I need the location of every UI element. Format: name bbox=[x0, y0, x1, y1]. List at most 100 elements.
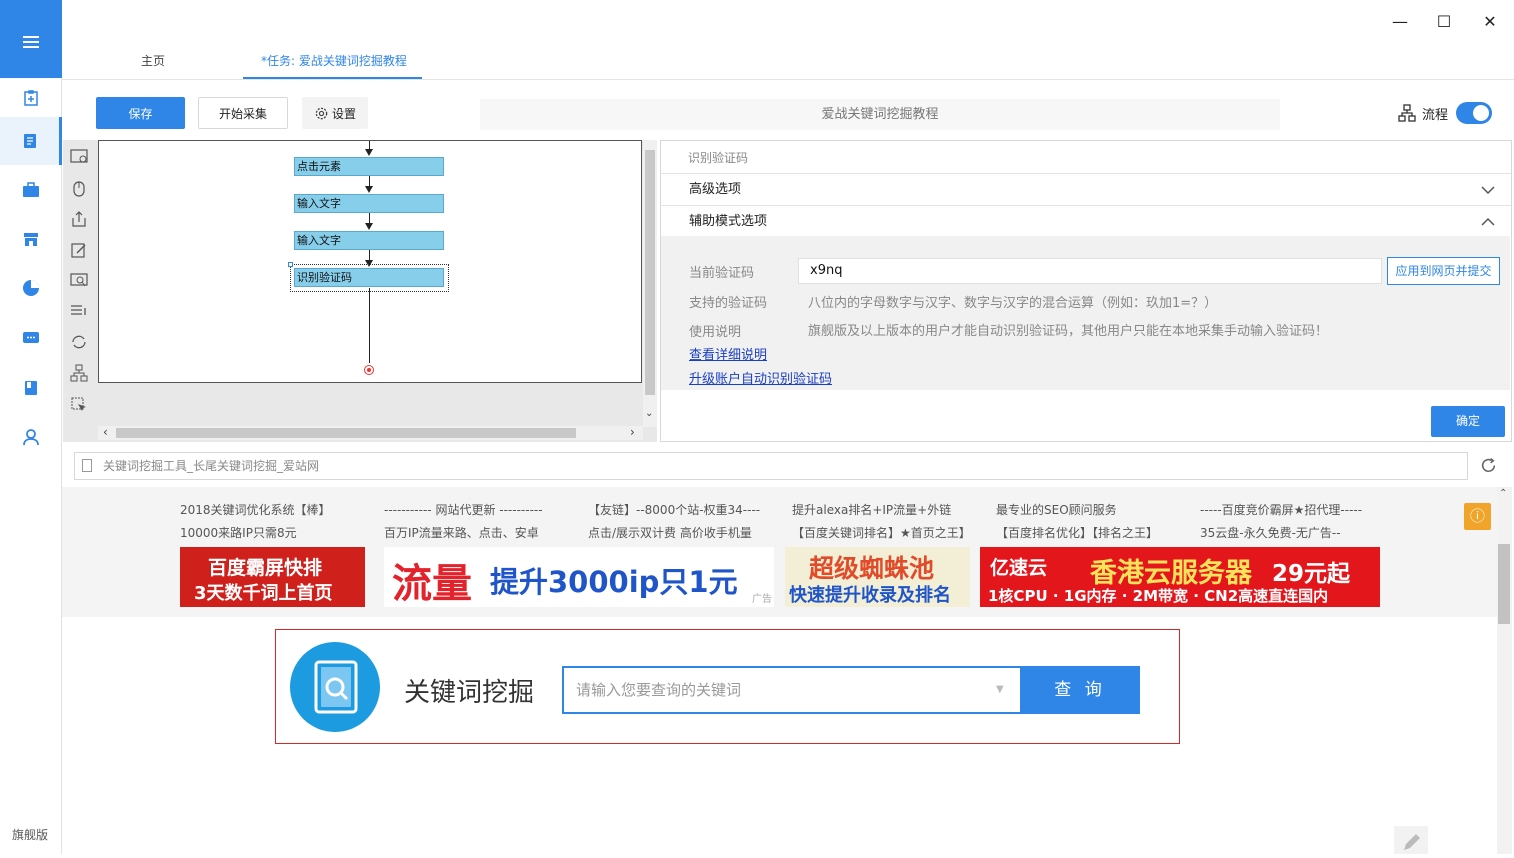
export-icon[interactable] bbox=[69, 209, 89, 229]
scroll-thumb[interactable] bbox=[645, 150, 655, 395]
scroll-thumb[interactable] bbox=[1498, 544, 1510, 624]
sidebar-item-market[interactable] bbox=[0, 215, 62, 263]
sidebar-item-messages[interactable] bbox=[0, 314, 62, 362]
flow-end-node[interactable] bbox=[364, 365, 374, 375]
ad-link[interactable]: 提升alexa排名+IP流量+外链 bbox=[792, 501, 951, 518]
usage-value: 旗舰版及以上版本的用户才能自动识别验证码，其他用户只能在本地采集手动输入验证码！ bbox=[808, 324, 1329, 339]
sidebar-item-statistics[interactable] bbox=[0, 264, 62, 312]
ad-mark: 广告 bbox=[752, 594, 772, 605]
scroll-right-icon[interactable]: › bbox=[630, 425, 635, 439]
sidebar-item-new-task[interactable] bbox=[0, 74, 62, 122]
ad-link[interactable]: 最专业的SEO顾问服务 bbox=[996, 501, 1117, 518]
flowchart-icon bbox=[1398, 104, 1416, 122]
edit-icon[interactable] bbox=[69, 240, 89, 260]
mouse-icon[interactable] bbox=[69, 178, 89, 198]
chevron-down-icon bbox=[1481, 186, 1495, 195]
query-button[interactable]: 查 询 bbox=[1020, 666, 1140, 714]
ad-link[interactable]: 35云盘-永久免费-无广告-- bbox=[1200, 524, 1341, 541]
scroll-thumb[interactable] bbox=[116, 428, 576, 438]
settings-label: 设置 bbox=[331, 106, 356, 121]
flow-arrow bbox=[365, 223, 373, 230]
ad-link[interactable]: ----------- 网站代更新 ---------- bbox=[384, 501, 543, 518]
ad-link[interactable]: 2018关键词优化系统【棒】 bbox=[180, 501, 331, 518]
usage-label: 使用说明 bbox=[689, 325, 742, 340]
capture-icon[interactable] bbox=[69, 147, 89, 167]
confirm-button[interactable]: 确定 bbox=[1431, 406, 1505, 437]
ad-link[interactable]: 百万IP流量来路、点击、安卓 bbox=[384, 524, 539, 541]
flow-node[interactable]: 点击元素 bbox=[294, 157, 444, 176]
banner-subline: 提升3000ip只1元 bbox=[490, 565, 738, 599]
menu-button[interactable] bbox=[0, 0, 62, 78]
banner-headline: 百度霸屏快排 bbox=[208, 557, 323, 579]
sidebar-item-tools[interactable] bbox=[0, 166, 62, 214]
page-icon bbox=[82, 459, 92, 472]
edit-float-button[interactable] bbox=[1394, 826, 1428, 854]
start-collect-button[interactable]: 开始采集 bbox=[198, 97, 288, 129]
pencil-icon bbox=[1404, 834, 1420, 850]
info-icon[interactable]: ⓘ bbox=[1464, 503, 1491, 530]
user-icon bbox=[23, 429, 39, 446]
scroll-down-icon[interactable]: ⌄ bbox=[645, 408, 653, 419]
ad-banner-traffic[interactable]: 流量 提升3000ip只1元 广告 bbox=[384, 547, 774, 607]
minimize-button[interactable]: — bbox=[1390, 12, 1410, 31]
dropdown-arrow-icon[interactable]: ▼ bbox=[996, 684, 1004, 695]
sidebar-item-account[interactable] bbox=[0, 413, 62, 461]
sidebar-item-tasks[interactable] bbox=[0, 117, 62, 165]
ad-banner-spider[interactable]: 超级蜘蛛池 快速提升收录及排名 bbox=[785, 547, 970, 607]
sidebar-item-tutorials[interactable] bbox=[0, 364, 62, 412]
scroll-up-icon[interactable]: ⌃ bbox=[1499, 488, 1507, 499]
assist-options-header[interactable]: 辅助模式选项 bbox=[661, 205, 1511, 237]
advanced-options-label: 高级选项 bbox=[689, 182, 742, 197]
captcha-input[interactable]: x9nq bbox=[798, 258, 1382, 284]
scroll-left-icon[interactable]: ‹ bbox=[103, 425, 108, 439]
tab-task[interactable]: *任务: 爱战关键词挖掘教程 bbox=[261, 52, 407, 69]
close-button[interactable]: ✕ bbox=[1480, 12, 1500, 31]
flow-toggle[interactable] bbox=[1456, 102, 1492, 124]
task-name-field[interactable]: 爱战关键词挖掘教程 bbox=[480, 99, 1280, 130]
branch-icon[interactable] bbox=[69, 363, 89, 383]
ad-link[interactable]: -----百度竞价霸屏★招代理----- bbox=[1200, 501, 1362, 518]
ad-banner-baidu[interactable]: 百度霸屏快排 3天数千词上首页 bbox=[180, 547, 365, 607]
flow-node[interactable]: 输入文字 bbox=[294, 231, 444, 250]
selection-handle[interactable] bbox=[288, 262, 293, 267]
document-icon bbox=[23, 134, 36, 148]
address-bar[interactable]: 关键词挖掘工具_长尾关键词挖掘_爱站网 bbox=[74, 452, 1468, 480]
banner-specs: 1核CPU · 1G内存 · 2M带宽 · CN2高速直连国内 bbox=[988, 587, 1329, 605]
ad-link[interactable]: 点击/展示双计费 高价收手机量 bbox=[588, 524, 752, 541]
ad-link[interactable]: 【百度关键词排名】★首页之王】 bbox=[792, 524, 971, 541]
list-icon[interactable] bbox=[69, 301, 89, 321]
ad-banner-yisu[interactable]: 亿速云 香港云服务器 29元起 1核CPU · 1G内存 · 2M带宽 · CN… bbox=[980, 547, 1380, 607]
flow-node-selected[interactable]: 识别验证码 bbox=[294, 268, 444, 287]
cursor-icon[interactable] bbox=[69, 395, 89, 415]
banner-subline: 3天数千词上首页 bbox=[194, 583, 333, 604]
details-link[interactable]: 查看详细说明 bbox=[689, 344, 767, 363]
web-scrollbar[interactable] bbox=[1497, 487, 1512, 854]
ad-link[interactable]: 10000来路IP只需8元 bbox=[180, 524, 297, 541]
book-icon bbox=[25, 381, 37, 395]
ad-link[interactable]: 【百度排名优化】【排名之王】 bbox=[996, 524, 1158, 541]
banner-headline: 流量 bbox=[392, 561, 472, 607]
save-button[interactable]: 保存 bbox=[96, 97, 185, 129]
banner-price: 29元起 bbox=[1272, 561, 1351, 587]
tab-home[interactable]: 主页 bbox=[141, 52, 165, 69]
settings-button[interactable]: 设置 bbox=[302, 97, 368, 129]
loop-icon[interactable] bbox=[69, 332, 89, 352]
flow-arrow bbox=[365, 186, 373, 193]
pie-chart-icon bbox=[23, 280, 39, 296]
ad-link[interactable]: 【友链】--8000个站-权重34---- bbox=[588, 501, 760, 518]
clipboard-add-icon bbox=[24, 90, 38, 106]
advanced-options-header[interactable]: 高级选项 bbox=[661, 173, 1511, 205]
edition-label: 旗舰版 bbox=[11, 828, 48, 842]
briefcase-icon bbox=[23, 182, 39, 197]
store-icon bbox=[24, 233, 38, 246]
gear-icon bbox=[315, 107, 328, 119]
inspect-icon[interactable] bbox=[69, 271, 89, 291]
tab-bar: 主页 *任务: 爱战关键词挖掘教程 bbox=[62, 40, 1514, 80]
flow-node[interactable]: 输入文字 bbox=[294, 194, 444, 213]
apply-submit-button[interactable]: 应用到网页并提交 bbox=[1387, 257, 1500, 285]
upgrade-link[interactable]: 升级账户自动识别验证码 bbox=[689, 368, 832, 387]
keyword-input[interactable]: 请输入您要查询的关键词 bbox=[562, 666, 1022, 714]
refresh-icon[interactable] bbox=[1480, 457, 1497, 474]
maximize-button[interactable]: ☐ bbox=[1434, 12, 1454, 31]
chevron-up-icon bbox=[1481, 217, 1495, 226]
